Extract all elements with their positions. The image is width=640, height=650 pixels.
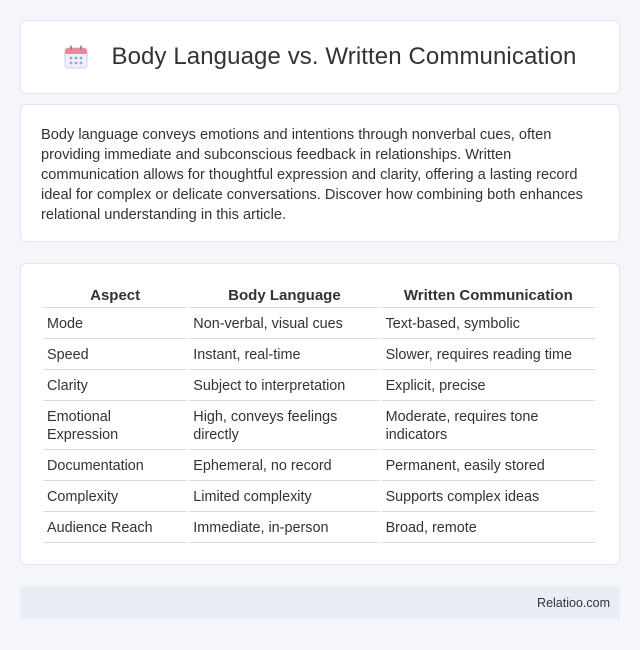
table-cell-written-communication: Moderate, requires tone indicators	[381, 401, 595, 450]
table-cell-body-language: Immediate, in-person	[189, 512, 380, 543]
table-cell-written-communication: Slower, requires reading time	[381, 339, 595, 370]
page: Body Language vs. Written Communication …	[0, 0, 640, 650]
table-row: Complexity Limited complexity Supports c…	[43, 481, 595, 512]
intro-card: Body language conveys emotions and inten…	[20, 104, 620, 242]
footer-site-name: Relatioo.com	[537, 595, 610, 610]
page-title: Body Language vs. Written Communication	[111, 43, 577, 70]
table-cell-aspect: Documentation	[43, 450, 188, 481]
table-row: Emotional Expression High, conveys feeli…	[43, 401, 595, 450]
comparison-card: Aspect Body Language Written Communicati…	[20, 263, 620, 565]
table-header-row: Aspect Body Language Written Communicati…	[43, 286, 595, 308]
table-row: Clarity Subject to interpretation Explic…	[43, 370, 595, 401]
table-cell-written-communication: Supports complex ideas	[381, 481, 595, 512]
column-header-written-communication: Written Communication	[381, 286, 595, 308]
table-cell-body-language: Subject to interpretation	[189, 370, 380, 401]
table-row: Mode Non-verbal, visual cues Text-based,…	[43, 308, 595, 339]
table-cell-body-language: Non-verbal, visual cues	[189, 308, 380, 339]
comparison-table: Aspect Body Language Written Communicati…	[41, 286, 597, 543]
table-row: Documentation Ephemeral, no record Perma…	[43, 450, 595, 481]
table-cell-body-language: Limited complexity	[189, 481, 380, 512]
intro-text: Body language conveys emotions and inten…	[41, 127, 583, 223]
table-cell-aspect: Emotional Expression	[43, 401, 188, 450]
column-header-aspect: Aspect	[43, 286, 188, 308]
table-cell-written-communication: Broad, remote	[381, 512, 595, 543]
table-cell-written-communication: Permanent, easily stored	[381, 450, 595, 481]
table-cell-aspect: Audience Reach	[43, 512, 188, 543]
table-cell-aspect: Complexity	[43, 481, 188, 512]
footer: Relatioo.com	[20, 586, 620, 619]
table-cell-aspect: Mode	[43, 308, 188, 339]
table-row: Audience Reach Immediate, in-person Broa…	[43, 512, 595, 543]
calendar-icon	[63, 44, 89, 70]
table-cell-written-communication: Text-based, symbolic	[381, 308, 595, 339]
header: Body Language vs. Written Communication	[63, 43, 576, 71]
table-cell-body-language: Ephemeral, no record	[189, 450, 380, 481]
table-cell-aspect: Clarity	[43, 370, 188, 401]
table-cell-body-language: Instant, real-time	[189, 339, 380, 370]
table-cell-aspect: Speed	[43, 339, 188, 370]
header-card: Body Language vs. Written Communication	[20, 20, 620, 94]
table-row: Speed Instant, real-time Slower, require…	[43, 339, 595, 370]
table-cell-written-communication: Explicit, precise	[381, 370, 595, 401]
table-cell-body-language: High, conveys feelings directly	[189, 401, 380, 450]
column-header-body-language: Body Language	[189, 286, 380, 308]
